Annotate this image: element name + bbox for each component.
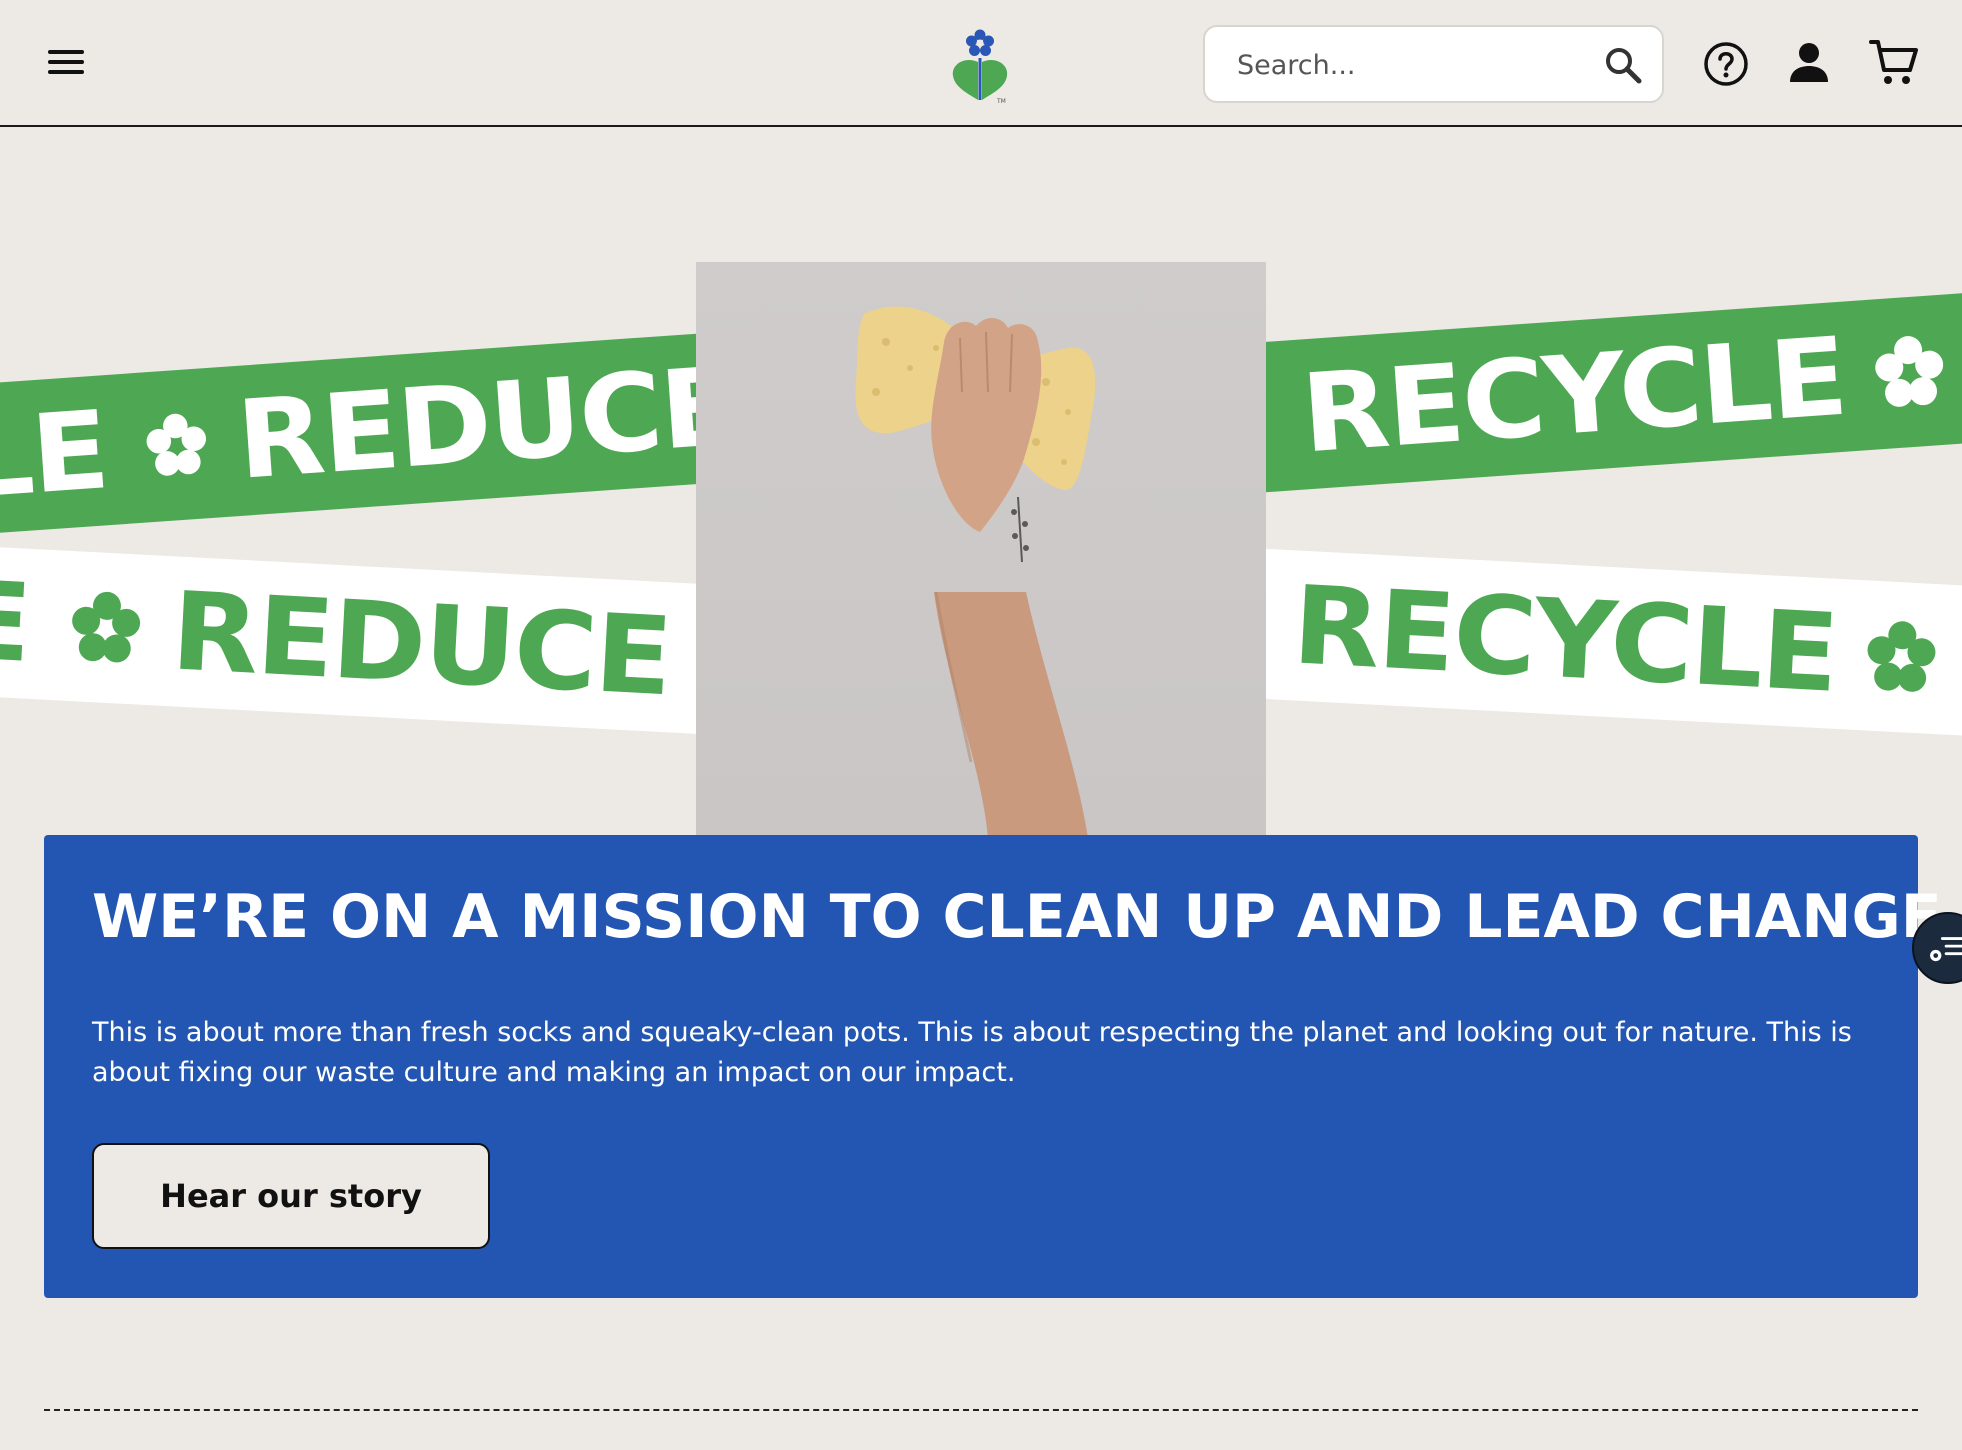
recycle-banner-white: RECYCLE (1242, 548, 1962, 740)
brand-logo[interactable]: TM (945, 26, 1015, 104)
search-box (1203, 25, 1664, 103)
banner-word: REDUCE (168, 568, 674, 720)
mission-title: WE’RE ON A MISSION TO CLEAN UP AND LEAD … (92, 882, 1942, 952)
banner-word: E (0, 557, 33, 687)
banner-word: LE (0, 387, 112, 523)
hero-photo-hand-sponge (696, 262, 1266, 838)
shopping-cart-icon[interactable] (1868, 36, 1920, 88)
mission-card: WE’RE ON A MISSION TO CLEAN UP AND LEAD … (44, 835, 1942, 1298)
flower-icon (71, 591, 140, 663)
banner-word: RECYCLE (1289, 562, 1840, 717)
reduce-banner-green: LE REDUCE (0, 332, 739, 538)
search-input[interactable] (1235, 43, 1589, 87)
flower-icon (1867, 621, 1936, 692)
banner-word: RECYCLE (1297, 314, 1850, 477)
help-icon[interactable] (1702, 40, 1750, 88)
recycle-banner-green: RECYCLE (1250, 287, 1962, 493)
search-icon[interactable] (1603, 45, 1643, 85)
dashed-divider (44, 1409, 1918, 1411)
reduce-banner-white: E REDUCE (0, 543, 719, 735)
hear-our-story-button[interactable]: Hear our story (92, 1143, 490, 1249)
user-account-icon[interactable] (1786, 40, 1832, 86)
flower-icon (1875, 336, 1944, 407)
svg-text:TM: TM (996, 98, 1006, 104)
hamburger-menu-icon[interactable] (44, 44, 92, 80)
hand-sponge-illustration (855, 306, 1096, 838)
banner-word: REDUCE (232, 343, 740, 504)
mission-description: This is about more than fresh socks and … (92, 1017, 1852, 1088)
site-header: TM (0, 0, 1962, 127)
flower-icon (146, 413, 206, 476)
